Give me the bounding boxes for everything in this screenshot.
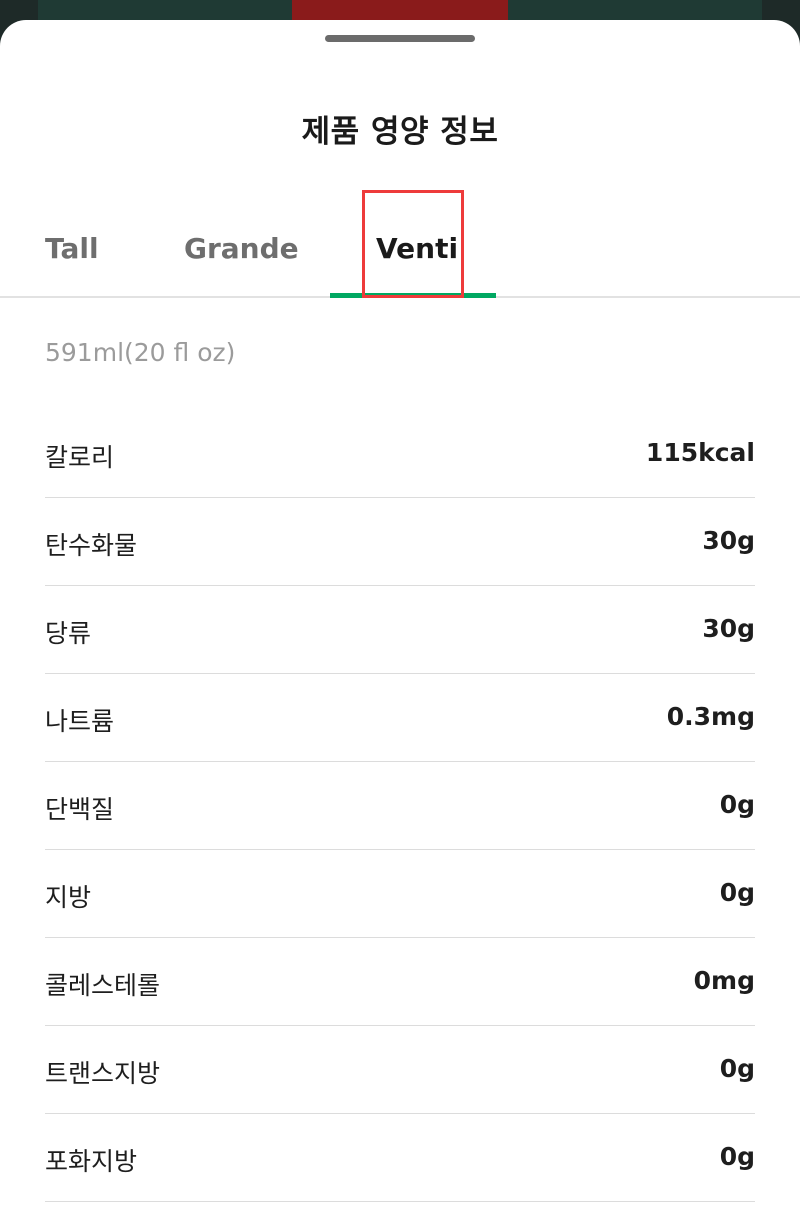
nutrition-value: 0g [719, 790, 755, 819]
nutrition-value: 0g [719, 1054, 755, 1083]
nutrition-value: 30g [702, 614, 755, 643]
nutrition-value: 0g [719, 1142, 755, 1171]
nutrition-label: 탄수화물 [45, 531, 138, 560]
nutrition-row-fat: 지방 0g [45, 850, 755, 938]
nutrition-label: 지방 [45, 883, 92, 912]
nutrition-row-saturated-fat: 포화지방 0g [45, 1114, 755, 1202]
nutrition-label: 칼로리 [45, 443, 115, 472]
tab-grande[interactable]: Grande [184, 232, 299, 265]
size-volume-text: 591ml(20 fl oz) [45, 338, 236, 367]
nutrition-value: 115kcal [645, 438, 755, 467]
sheet-title: 제품 영양 정보 [301, 114, 499, 150]
highlight-annotation-box [362, 190, 464, 298]
nutrition-row-calories: 칼로리 115kcal [45, 410, 755, 498]
drag-handle[interactable] [325, 35, 475, 42]
nutrition-value: 0g [719, 878, 755, 907]
nutrition-row-cholesterol: 콜레스테롤 0mg [45, 938, 755, 1026]
nutrition-row-carbohydrate: 탄수화물 30g [45, 498, 755, 586]
nutrition-list: 칼로리 115kcal 탄수화물 30g 당류 30g 나트륨 0.3mg 단백… [45, 410, 755, 1202]
nutrition-row-sugar: 당류 30g [45, 586, 755, 674]
nutrition-row-protein: 단백질 0g [45, 762, 755, 850]
nutrition-row-sodium: 나트륨 0.3mg [45, 674, 755, 762]
nutrition-label: 당류 [45, 619, 92, 648]
nutrition-label: 단백질 [45, 795, 115, 824]
nutrition-value: 0.3mg [666, 702, 755, 731]
nutrition-value: 0mg [693, 966, 755, 995]
nutrition-value: 30g [702, 526, 755, 555]
nutrition-label: 트랜스지방 [45, 1059, 161, 1088]
nutrition-label: 콜레스테롤 [45, 971, 161, 1000]
nutrition-label: 포화지방 [45, 1147, 138, 1176]
nutrition-row-trans-fat: 트랜스지방 0g [45, 1026, 755, 1114]
nutrition-label: 나트륨 [45, 707, 115, 736]
tab-tall[interactable]: Tall [45, 232, 99, 265]
